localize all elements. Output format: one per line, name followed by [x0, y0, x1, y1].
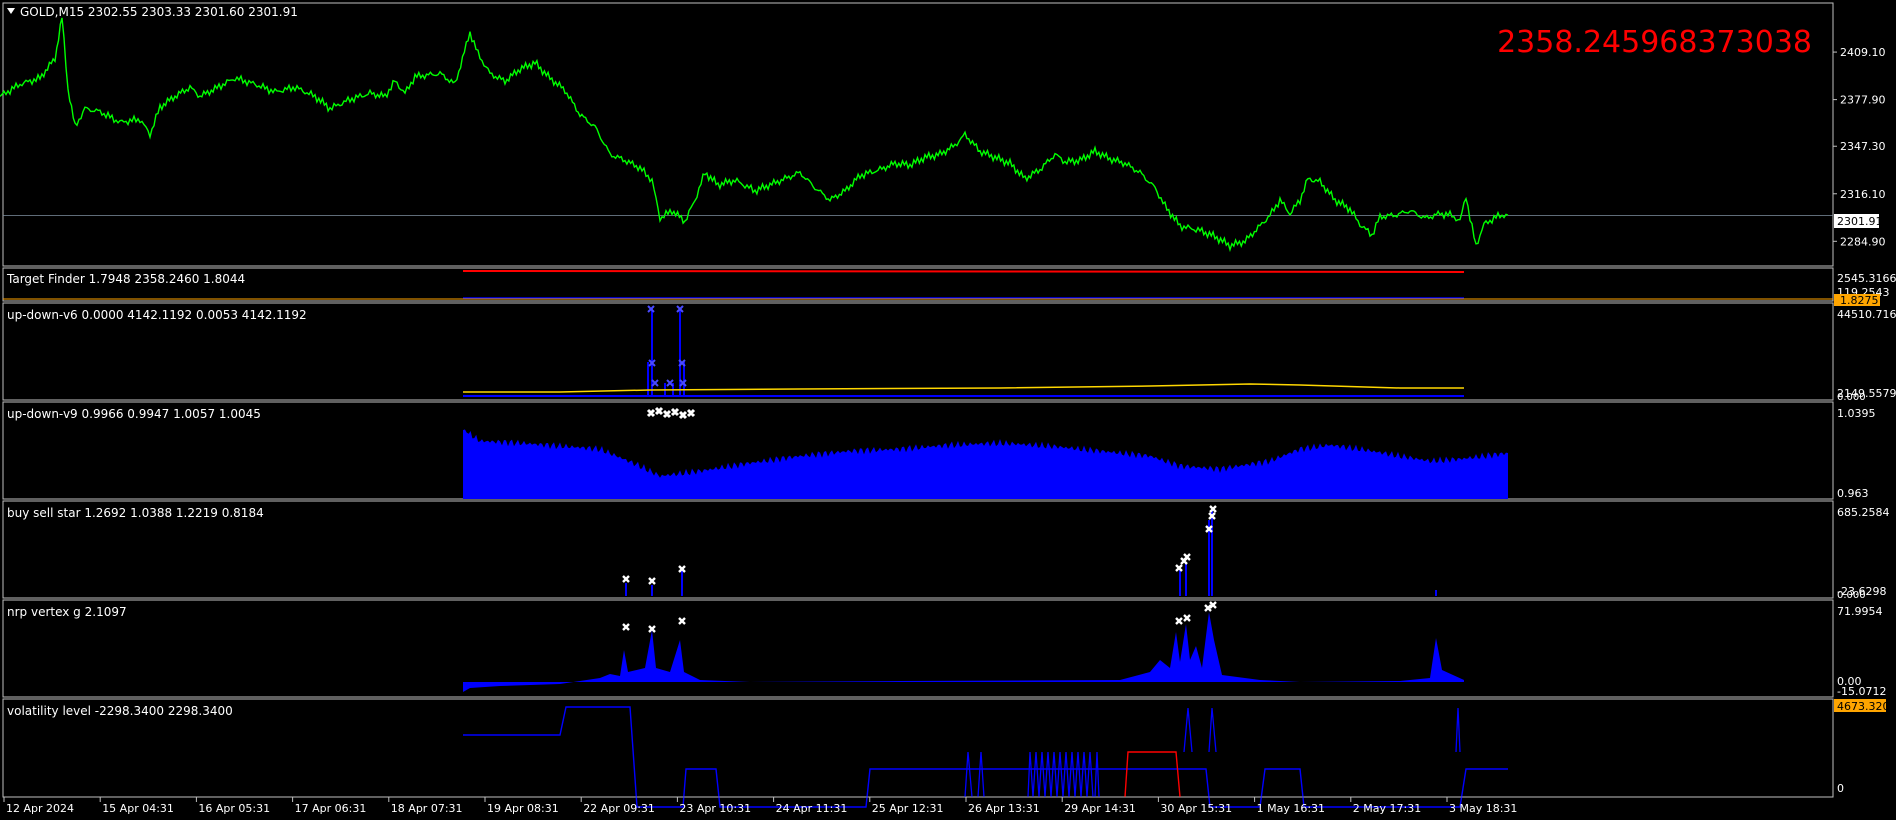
price-tick-label: 2409.10	[1840, 46, 1886, 59]
panel-title: up-down-v9 0.9966 0.9947 1.0057 1.0045	[7, 407, 261, 421]
indicator-panel-volatility-level[interactable]: volatility level -2298.3400 2298.3400 46…	[2, 698, 1896, 808]
time-tick-label: 30 Apr 15:31	[1160, 802, 1232, 815]
time-axis: 12 Apr 2024 15 Apr 04:31 16 Apr 05:31 17 Ap…	[3, 797, 1517, 815]
indicator-panel-target-finder[interactable]: Target Finder 1.7948 2358.2460 1.8044 25…	[2, 267, 1896, 307]
panel-title: buy sell star 1.2692 1.0388 1.2219 0.818…	[7, 506, 264, 520]
time-tick-label: 19 Apr 08:31	[487, 802, 559, 815]
panel-scale-max: 71.9954	[1837, 605, 1883, 618]
price-tick-label: 2284.90	[1840, 235, 1886, 248]
panel-scale-max: 44510.716	[1837, 308, 1896, 321]
panel-scale-zero: 0.000	[1837, 590, 1866, 601]
time-tick-label: 22 Apr 09:31	[583, 802, 655, 815]
time-tick-label: 23 Apr 10:31	[679, 802, 751, 815]
panel-scale-zero: 0	[1837, 782, 1844, 795]
time-tick-label: 1 May 16:31	[1257, 802, 1325, 815]
panel-title: volatility level -2298.3400 2298.3400	[7, 704, 233, 718]
time-tick-label: 12 Apr 2024	[6, 802, 74, 815]
time-tick-label: 24 Apr 11:31	[776, 802, 848, 815]
current-price-label: 2301.91	[1837, 215, 1883, 228]
indicator-panel-nrp-vertex-g[interactable]: nrp vertex g 2.1097 71.9954 0.00 -15.071…	[2, 599, 1886, 698]
panel-scale-min: 0.963	[1837, 487, 1869, 500]
panel-title: up-down-v6 0.0000 4142.1192 0.0053 4142.…	[7, 308, 307, 322]
panel-title: nrp vertex g 2.1097	[7, 605, 127, 619]
indicator-panel-up-down-v9[interactable]: up-down-v9 0.9966 0.9947 1.0057 1.0045 1…	[2, 401, 1876, 500]
indicator-panel-up-down-v6[interactable]: up-down-v6 0.0000 4142.1192 0.0053 4142.…	[2, 302, 1896, 403]
panel-scale-max: 2545.3166	[1837, 272, 1896, 285]
time-tick-label: 17 Apr 06:31	[295, 802, 367, 815]
time-tick-label: 3 May 18:31	[1449, 802, 1517, 815]
time-tick-label: 29 Apr 14:31	[1064, 802, 1136, 815]
main-title: GOLD,M15 2302.55 2303.33 2301.60 2301.91	[20, 5, 298, 19]
panel-badge: 4673.3203	[1837, 700, 1896, 713]
panel-badge: 1.8275	[1840, 294, 1879, 307]
panel-scale-zero: 0.000	[1837, 392, 1866, 403]
overlay-value: 2358.245968373038	[1497, 25, 1812, 60]
panel-scale-min: -15.0712	[1837, 685, 1886, 698]
panel-scale-max: 685.2584	[1837, 506, 1890, 519]
price-tick-label: 2347.30	[1840, 140, 1886, 153]
target-red-line	[462, 270, 1465, 273]
time-tick-label: 15 Apr 04:31	[102, 802, 174, 815]
time-tick-label: 18 Apr 07:31	[391, 802, 463, 815]
price-tick-label: 2377.90	[1840, 94, 1886, 107]
price-tick-label: 2316.10	[1840, 188, 1886, 201]
time-tick-label: 26 Apr 13:31	[968, 802, 1040, 815]
time-tick-label: 16 Apr 05:31	[198, 802, 270, 815]
time-tick-label: 2 May 17:31	[1353, 802, 1421, 815]
main-price-panel[interactable]: GOLD,M15 2302.55 2303.33 2301.60 2301.91…	[0, 2, 1886, 267]
time-tick-label: 25 Apr 12:31	[872, 802, 944, 815]
panel-title: Target Finder 1.7948 2358.2460 1.8044	[6, 272, 245, 286]
panel-scale-max: 1.0395	[1837, 407, 1876, 420]
trading-chart[interactable]: GOLD,M15 2302.55 2303.33 2301.60 2301.91…	[0, 0, 1896, 820]
indicator-panel-buy-sell-star[interactable]: buy sell star 1.2692 1.0388 1.2219 0.818…	[2, 500, 1890, 601]
current-price-badge: 2301.91	[1834, 214, 1883, 228]
